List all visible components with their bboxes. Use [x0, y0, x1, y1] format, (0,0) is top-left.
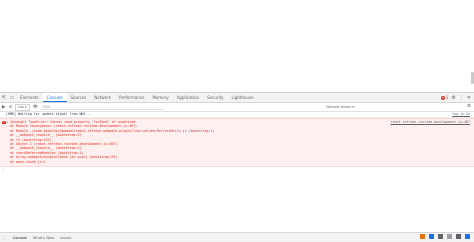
tab-lighthouse[interactable]: Lighthouse — [228, 93, 258, 102]
inspect-element-icon[interactable]: ⇱ — [0, 93, 8, 102]
error-text: Uncaught TypeError: Cannot read property… — [10, 120, 136, 124]
error-count-badge[interactable]: ✕ 1 — [440, 95, 449, 100]
error-source-link[interactable]: react-refresh-runtime.development.js:487 — [391, 120, 470, 124]
error-icon: ✕ — [440, 95, 445, 100]
tab-sources[interactable]: Sources — [67, 93, 91, 102]
sidebar-toggle-icon[interactable]: ▶ — [2, 105, 5, 110]
tab-elements[interactable]: Elements — [16, 93, 43, 102]
tab-application[interactable]: Application — [173, 93, 203, 102]
tray-app-icon[interactable] — [429, 234, 434, 239]
drawer-menu-icon[interactable]: ⋮ — [0, 236, 10, 240]
more-options-icon[interactable]: ⋮ — [459, 95, 464, 101]
tab-memory[interactable]: Memory — [148, 93, 172, 102]
tray-app-icon[interactable] — [438, 234, 443, 239]
tab-performance[interactable]: Performance — [115, 93, 148, 102]
tray-app-icon[interactable] — [420, 234, 425, 239]
stack-frame[interactable]: at main.chunk.js:1 — [0, 160, 474, 164]
tray-app-icon[interactable] — [465, 234, 470, 239]
page-content-area — [0, 0, 474, 92]
tab-security[interactable]: Security — [203, 93, 227, 102]
console-info-message: [HMR] Waiting for update signal from WDS… — [0, 111, 474, 118]
console-settings-icon[interactable]: ⚙ — [467, 103, 471, 111]
console-error-message: react-refresh-runtime.development.js:487… — [0, 118, 474, 167]
device-toolbar-icon[interactable]: ▭ — [8, 93, 16, 102]
info-message-text: [HMR] Waiting for update signal from WDS… — [6, 112, 92, 116]
devtools-panel: ⇱ ▭ Elements Console Sources Network Per… — [0, 92, 474, 233]
tab-network[interactable]: Network — [90, 93, 115, 102]
drawer-tab-console[interactable]: Console — [10, 236, 30, 240]
console-prompt[interactable]: › — [0, 167, 474, 173]
tray-app-icon[interactable] — [456, 234, 461, 239]
clear-console-icon[interactable]: ⊘ — [8, 105, 12, 110]
info-source-link[interactable]: log.js:24 — [452, 111, 470, 117]
log-levels-dropdown[interactable]: Default levels ▾ — [326, 103, 354, 111]
console-output: [HMR] Waiting for update signal from WDS… — [0, 111, 474, 211]
drawer-tab-issues[interactable]: Issues — [57, 236, 74, 240]
settings-icon[interactable]: ⚙ — [451, 95, 455, 101]
context-selector[interactable]: top ▾ — [15, 103, 30, 111]
tray-app-icon[interactable] — [447, 234, 452, 239]
log-levels-label: Default levels — [326, 105, 352, 109]
context-label: top — [18, 104, 24, 109]
error-x-icon: ✕ — [2, 121, 6, 125]
live-expression-icon[interactable]: 👁 — [33, 105, 39, 110]
close-icon[interactable]: ✕ — [467, 95, 471, 101]
devtools-tabbar: ⇱ ▭ Elements Console Sources Network Per… — [0, 93, 474, 103]
tab-console[interactable]: Console — [42, 93, 67, 102]
drawer-tab-whats-new[interactable]: What's New — [30, 236, 57, 240]
error-count: 1 — [445, 95, 449, 100]
filter-input[interactable] — [41, 104, 164, 110]
system-tray — [420, 234, 470, 239]
